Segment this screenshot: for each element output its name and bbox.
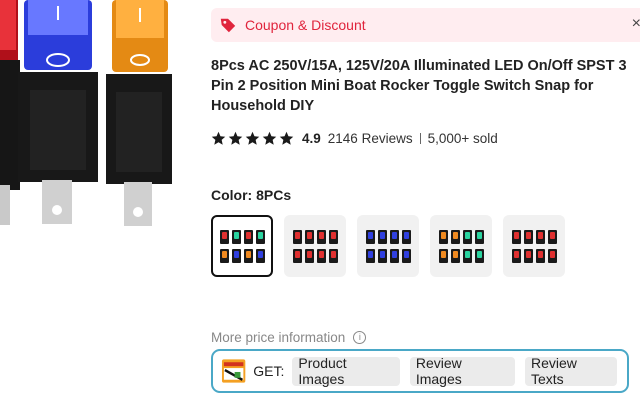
rating-score: 4.9 [302,131,321,146]
switch-thumbnail [474,248,484,263]
product-details: Coupon & Discount × 8Pcs AC 250V/15A, 12… [211,0,640,400]
switch-thumbnail [450,248,460,263]
color-swatch-option[interactable] [430,215,492,277]
rating-row: 4.9 2146 Reviews 5,000+ sold [211,131,498,146]
swatch-thumbnail [365,229,411,263]
switch-thumbnail [547,229,557,244]
switch-thumbnail [255,248,265,263]
switch-thumbnail [304,229,314,244]
switch-thumbnail [389,229,399,244]
more-price-label: More price information [211,330,346,345]
more-price-info[interactable]: More price information i [211,330,367,345]
get-label: GET: [253,363,285,379]
star-icon [262,131,277,145]
switch-thumbnail [511,248,521,263]
switch-thumbnail [365,229,375,244]
title-line: 8Pcs AC 250V/15A, 125V/20A Illuminated L… [211,58,627,74]
star-icon [245,131,260,145]
color-swatches [211,215,565,277]
divider [419,133,421,144]
switch-thumbnail [401,248,411,263]
star-rating [211,131,294,146]
info-icon[interactable]: i [353,331,367,344]
swatch-thumbnail [438,229,484,263]
swatch-thumbnail [292,229,338,263]
switch-photo-graphic [0,0,172,226]
switch-thumbnail [365,248,375,263]
get-toolbar: GET: Product Images Review Images Review… [211,349,629,393]
switch-thumbnail [243,248,253,263]
star-icon [211,131,226,145]
star-icon [228,131,243,145]
title-line: Household DIY [211,98,315,114]
switch-thumbnail [304,248,314,263]
switch-thumbnail [328,229,338,244]
switch-thumbnail [219,248,229,263]
swatch-thumbnail [511,229,557,263]
switch-thumbnail [292,229,302,244]
switch-thumbnail [462,229,472,244]
color-swatch-option[interactable] [211,215,273,277]
swatch-thumbnail [219,229,265,263]
color-label: Color: 8PCs [211,187,292,203]
coupon-label: Coupon & Discount [245,17,366,33]
switch-thumbnail [438,248,448,263]
switch-thumbnail [474,229,484,244]
star-icon [279,131,294,145]
switch-thumbnail [511,229,521,244]
switch-thumbnail [462,248,472,263]
switch-thumbnail [547,248,557,263]
sold-count: 5,000+ sold [427,131,498,146]
switch-thumbnail [328,248,338,263]
switch-thumbnail [377,229,387,244]
color-swatch-option[interactable] [284,215,346,277]
coupon-banner[interactable]: Coupon & Discount × [211,8,640,42]
switch-thumbnail [316,229,326,244]
switch-thumbnail [450,229,460,244]
color-swatch-option[interactable] [357,215,419,277]
switch-thumbnail [535,229,545,244]
color-swatch-option[interactable] [503,215,565,277]
switch-thumbnail [219,229,229,244]
title-line: Pin 2 Position Mini Boat Rocker Toggle S… [211,78,594,94]
switch-thumbnail [523,229,533,244]
review-images-button[interactable]: Review Images [409,355,515,387]
product-image[interactable] [0,0,200,400]
product-images-button[interactable]: Product Images [292,355,400,387]
product-title: 8Pcs AC 250V/15A, 125V/20A Illuminated L… [211,56,640,116]
switch-thumbnail [243,229,253,244]
switch-thumbnail [389,248,399,263]
switch-thumbnail [523,248,533,263]
extension-logo-icon[interactable] [221,358,246,384]
product-page: Coupon & Discount × 8Pcs AC 250V/15A, 12… [0,0,640,400]
switch-thumbnail [535,248,545,263]
close-icon[interactable]: × [632,15,640,33]
switch-thumbnail [377,248,387,263]
switch-thumbnail [231,229,241,244]
switch-thumbnail [438,229,448,244]
reviews-link[interactable]: 2146 Reviews [328,131,413,146]
switch-thumbnail [231,248,241,263]
review-texts-button[interactable]: Review Texts [524,355,617,387]
switch-thumbnail [292,248,302,263]
switch-thumbnail [401,229,411,244]
switch-thumbnail [255,229,265,244]
tag-icon [220,18,236,33]
switch-thumbnail [316,248,326,263]
